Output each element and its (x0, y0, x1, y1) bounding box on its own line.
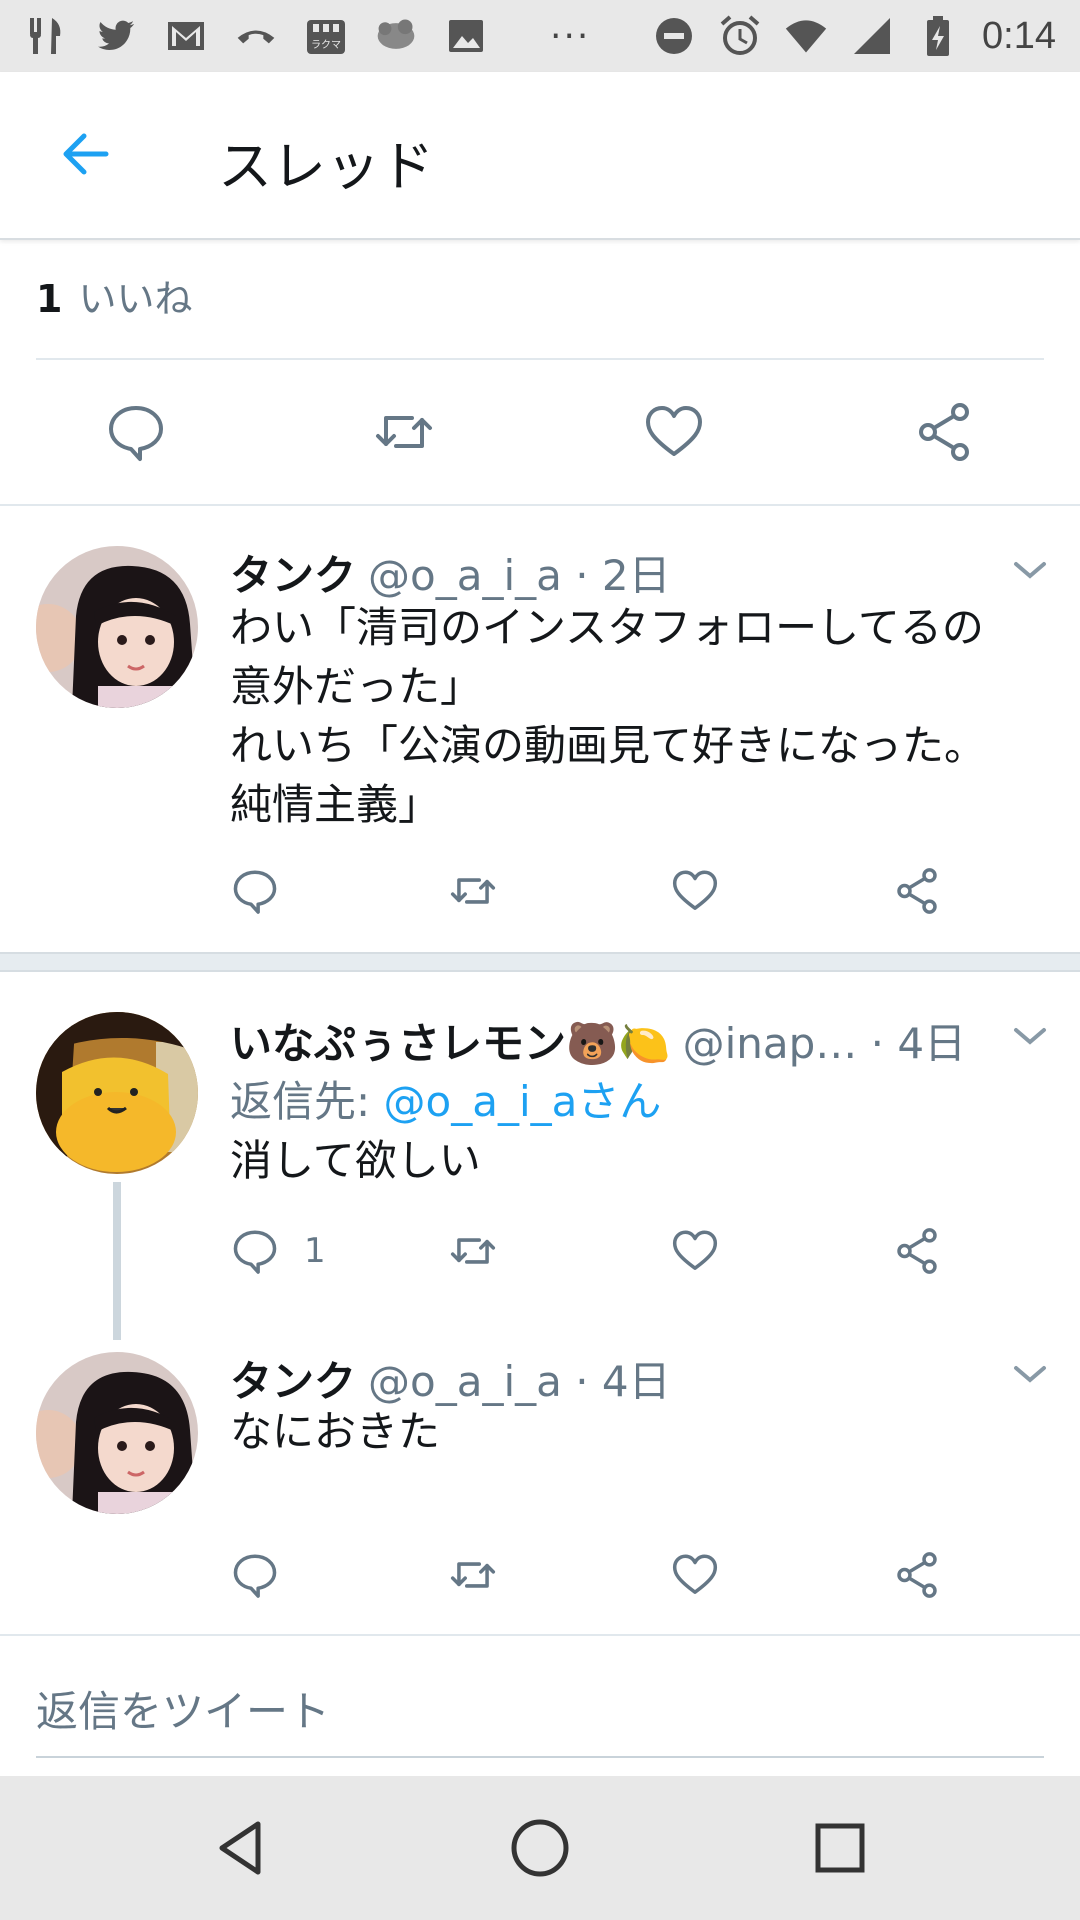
tweet-time: · 4日 (575, 1357, 671, 1406)
app-bar: スレッド (0, 72, 1080, 240)
tweet-text-line: 消して欲しい (230, 1136, 481, 1185)
user-handle: @o_a_i_a (368, 1357, 562, 1406)
tweet-actions (230, 866, 990, 926)
chevron-down-icon[interactable] (1010, 1354, 1050, 1394)
avatar[interactable] (36, 1352, 198, 1514)
tweet-text-line: れいち「公演の動画見て好きになった。 (230, 721, 987, 770)
retweet-button[interactable] (448, 866, 498, 916)
reply-to-label: 返信先: (230, 1077, 384, 1126)
sheep-icon (374, 14, 418, 58)
page-title: スレッド (218, 135, 434, 198)
reply-button[interactable]: 1 (230, 1226, 326, 1276)
display-name[interactable]: いなぷぅさレモン🐻🍋 (230, 1019, 671, 1068)
reply-button[interactable] (230, 866, 280, 916)
user-handle: @inap… (682, 1019, 858, 1068)
share-icon (897, 868, 937, 914)
chevron-down-icon[interactable] (1010, 1016, 1050, 1056)
more-notifications-icon: ··· (550, 15, 591, 57)
mention-link[interactable]: @o_a_i_aさん (384, 1077, 662, 1126)
share-icon (897, 1552, 937, 1598)
share-button[interactable] (892, 1226, 942, 1276)
user-handle: @o_a_i_a (368, 551, 562, 600)
status-bar: ラクマ ··· 0:14 (0, 0, 1080, 72)
like-icon (672, 1230, 718, 1270)
tweet-text: わい「清司のインスタフォローしてるの 意外だった」 れいち「公演の動画見て好きに… (230, 598, 1050, 834)
tweet-actions: 1 (230, 1226, 990, 1286)
section-separator (0, 952, 1080, 972)
tweet-text-line: 意外だった」 (230, 662, 483, 711)
tweet-text: 返信先: @o_a_i_aさん 消して欲しい (230, 1072, 1050, 1190)
retweet-icon (450, 878, 496, 904)
tweet-text-line: わい「清司のインスタフォローしてるの (230, 603, 984, 652)
share-icon[interactable] (912, 400, 976, 464)
nav-home-icon[interactable] (508, 1816, 572, 1880)
tweet-text-line: 純情主義」 (230, 780, 441, 829)
reply-to: 返信先: @o_a_i_aさん (230, 1072, 1050, 1131)
display-name[interactable]: タンク (230, 1357, 356, 1406)
tweet-time: · 4日 (870, 1019, 967, 1068)
divider (36, 358, 1044, 360)
back-arrow-icon[interactable] (56, 124, 116, 184)
like-button[interactable] (670, 866, 720, 916)
like-button[interactable] (670, 1226, 720, 1276)
twitter-icon (94, 14, 138, 58)
tweet-text: なにおきた (230, 1402, 1050, 1461)
reply-input-underline (36, 1756, 1044, 1758)
divider (0, 1634, 1080, 1636)
do-not-disturb-icon (652, 14, 696, 58)
image-icon (444, 14, 488, 58)
reply-icon[interactable] (104, 400, 168, 464)
tweet-header: いなぷぅさレモン🐻🍋 @inap… · 4日 (230, 1010, 966, 1071)
alarm-icon (718, 14, 762, 58)
main-tweet-actions (0, 380, 1080, 480)
svg-text:ラクマ: ラクマ (311, 39, 341, 51)
reply-button[interactable] (230, 1550, 280, 1600)
battery-charging-icon (916, 14, 960, 58)
display-name[interactable]: タンク (230, 551, 356, 600)
tweet-header: タンク @o_a_i_a · 2日 (230, 542, 671, 603)
reply-count: 1 (304, 1231, 326, 1271)
like-icon (672, 1554, 718, 1594)
rakuma-icon: ラクマ (304, 14, 348, 58)
gmail-icon (164, 14, 208, 58)
tweet-header: タンク @o_a_i_a · 4日 (230, 1348, 671, 1409)
system-nav-bar (0, 1776, 1080, 1920)
tweet-actions (230, 1550, 990, 1610)
nav-back-icon[interactable] (208, 1816, 272, 1880)
wifi-icon (784, 14, 828, 58)
chevron-down-icon[interactable] (1010, 550, 1050, 590)
status-time: 0:14 (982, 14, 1056, 57)
cutlery-icon (24, 14, 68, 58)
reply-icon (233, 1554, 277, 1598)
phone-icon (234, 14, 278, 58)
thread-connector (113, 1182, 121, 1340)
share-button[interactable] (892, 1550, 942, 1600)
likes-number: 1 (36, 277, 63, 321)
nav-recents-icon[interactable] (808, 1816, 872, 1880)
avatar[interactable] (36, 546, 198, 708)
likes-count[interactable]: 1 いいね (36, 268, 192, 323)
reply-icon (233, 870, 277, 914)
retweet-icon (450, 1562, 496, 1588)
like-button[interactable] (670, 1550, 720, 1600)
divider (0, 504, 1080, 506)
tweet-text-line: なにおきた (230, 1407, 441, 1456)
signal-icon (850, 14, 894, 58)
reply-icon (233, 1230, 277, 1274)
avatar[interactable] (36, 1012, 198, 1174)
retweet-icon[interactable] (372, 400, 436, 464)
retweet-button[interactable] (448, 1550, 498, 1600)
likes-label: いいね (78, 277, 193, 321)
reply-input[interactable]: 返信をツイート (36, 1678, 330, 1739)
like-icon (672, 870, 718, 910)
tweet-time: · 2日 (575, 551, 671, 600)
retweet-icon (450, 1238, 496, 1264)
retweet-button[interactable] (448, 1226, 498, 1276)
share-button[interactable] (892, 866, 942, 916)
share-icon (897, 1228, 937, 1274)
like-icon[interactable] (642, 400, 706, 464)
